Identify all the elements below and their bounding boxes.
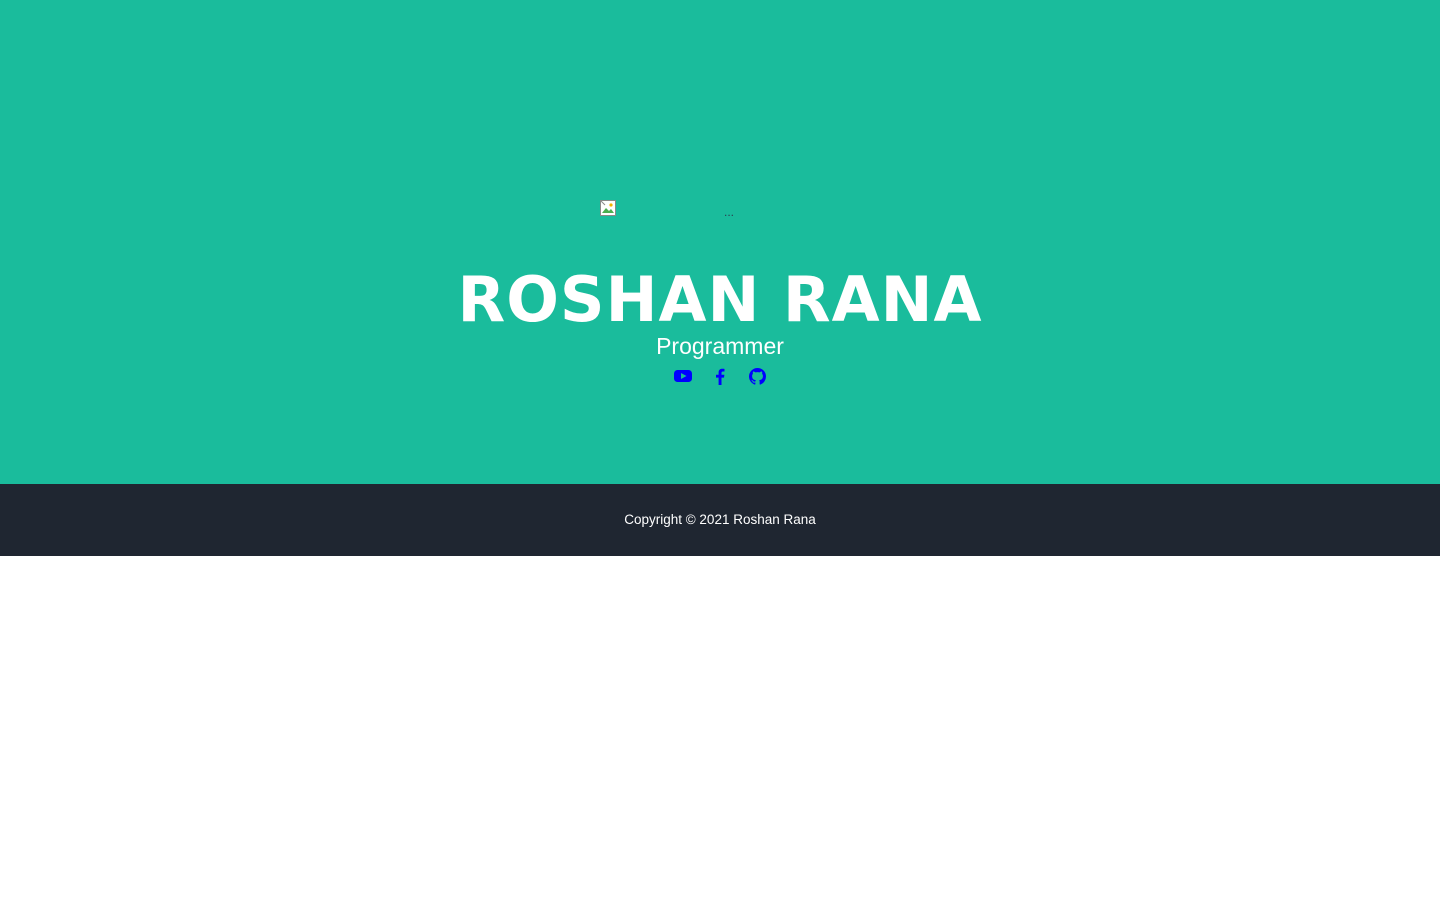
- youtube-icon: [674, 370, 692, 382]
- footer: Copyright © 2021 Roshan Rana: [0, 484, 1440, 556]
- github-link[interactable]: [748, 366, 767, 386]
- role-subtitle: Programmer: [656, 333, 784, 359]
- broken-image-icon: [600, 200, 616, 216]
- copyright-text: Copyright © 2021 Roshan Rana: [624, 512, 816, 527]
- youtube-link[interactable]: [674, 366, 693, 386]
- avatar: ...: [600, 200, 840, 230]
- github-icon: [748, 367, 766, 385]
- page-title: ROSHAN RANA: [457, 263, 983, 336]
- avatar-alt-text: ...: [724, 205, 735, 219]
- social-links: [0, 366, 1440, 386]
- masthead: ... ROSHAN RANA Programmer: [0, 0, 1440, 484]
- facebook-link[interactable]: [711, 366, 730, 386]
- facebook-icon: [716, 368, 725, 385]
